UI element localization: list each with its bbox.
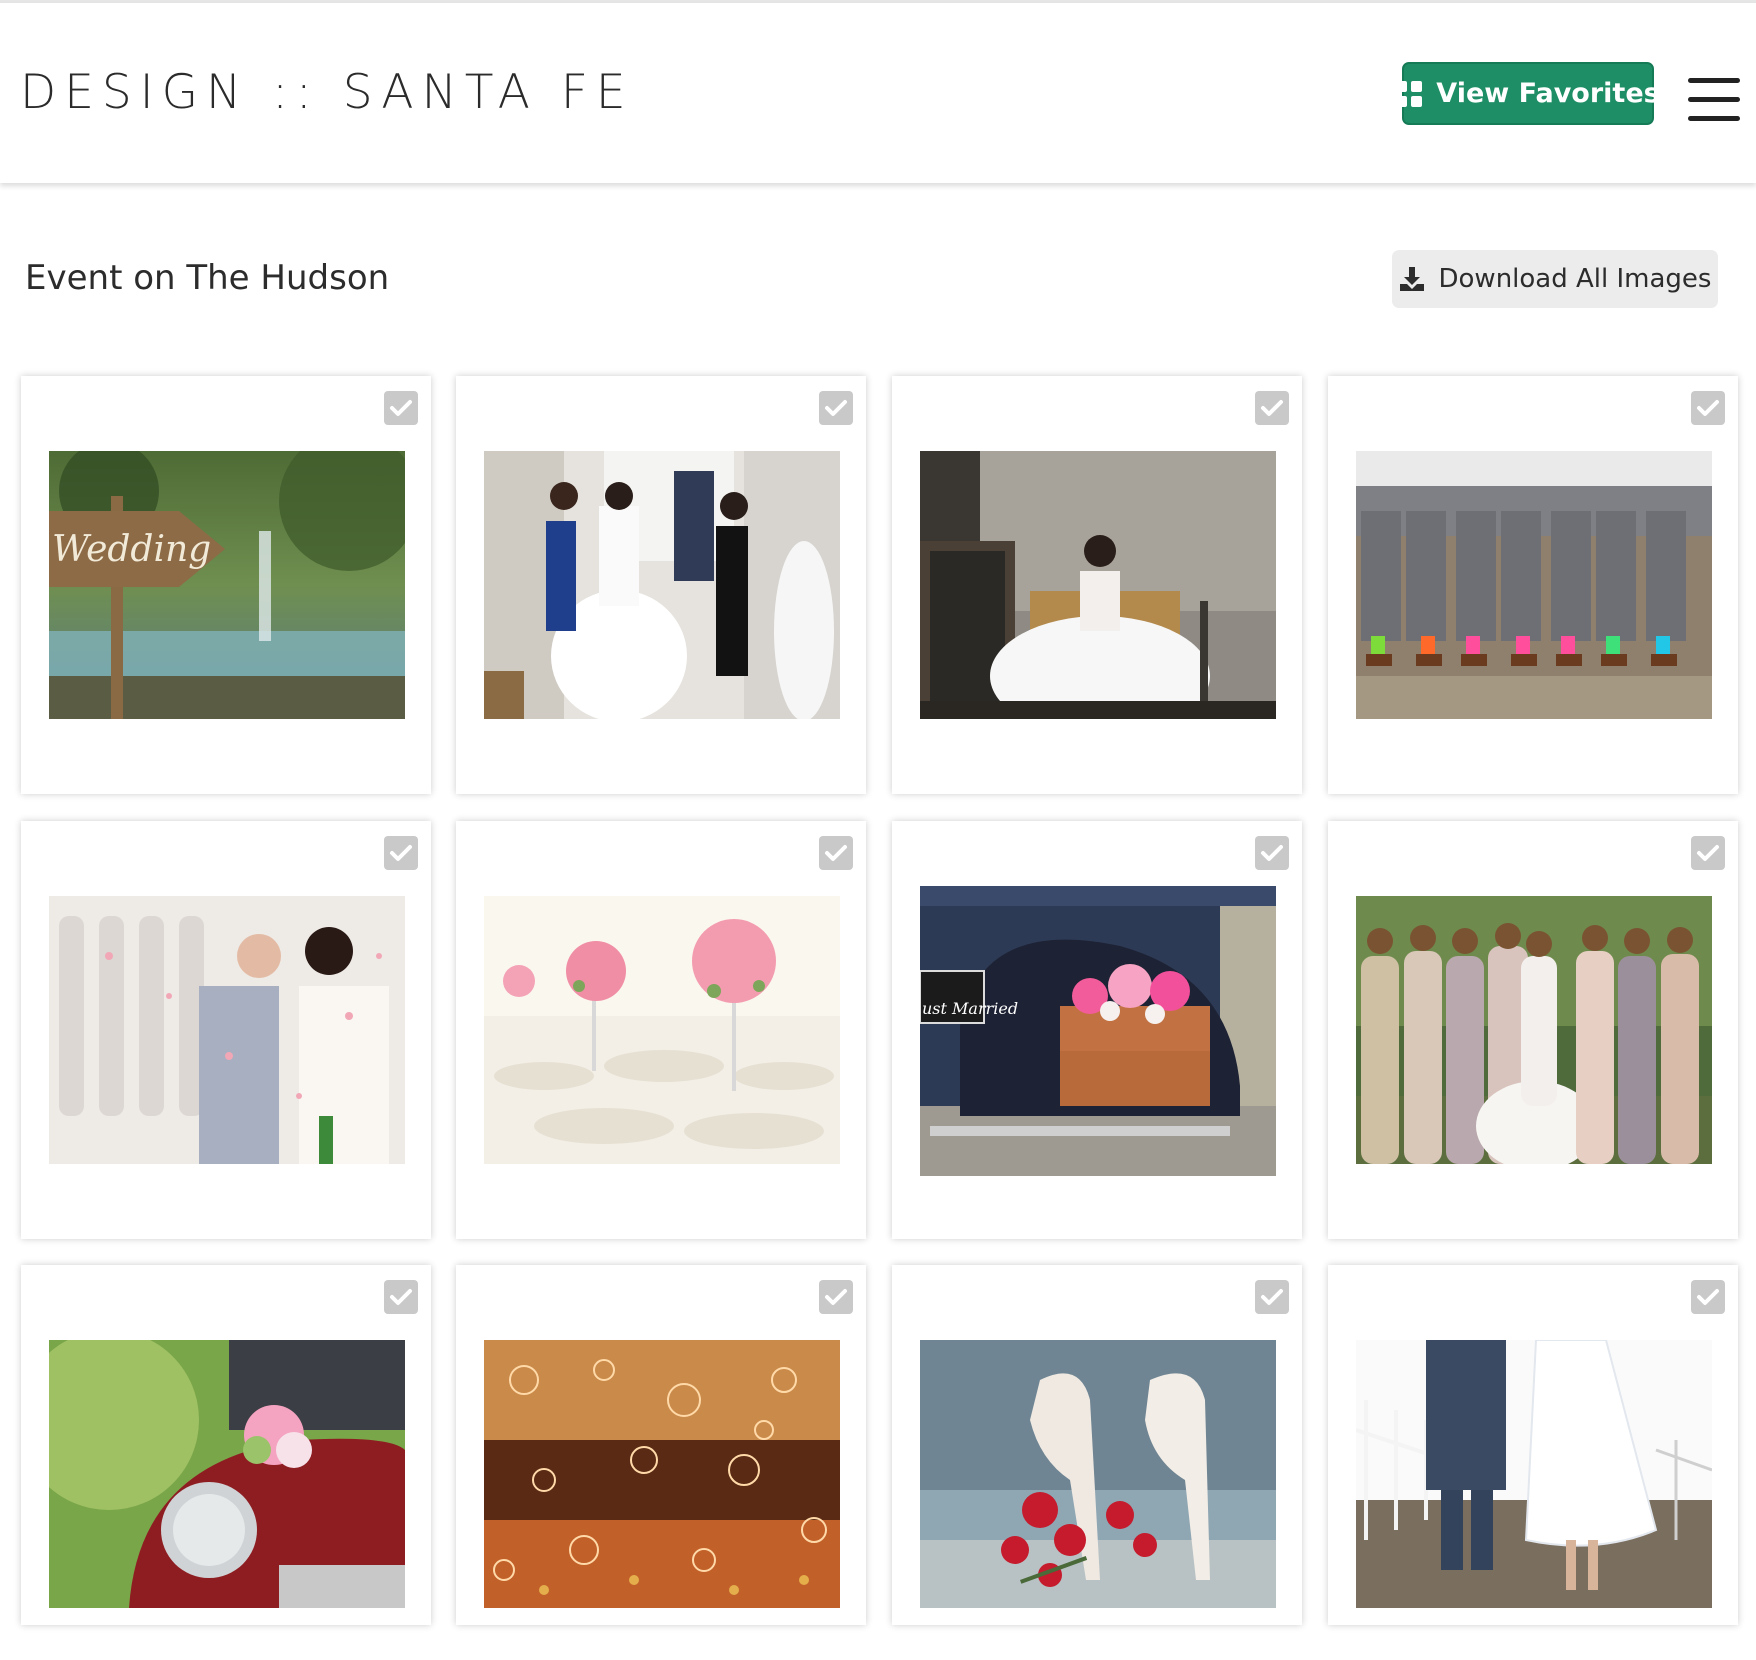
photo-card[interactable]: [892, 1265, 1302, 1625]
photo-card[interactable]: [21, 1265, 431, 1625]
photo-just-married-car: ust Married: [920, 886, 1276, 1176]
view-favorites-label: View Favorites: [1436, 78, 1660, 109]
wedding-sign-text: Wedding: [52, 529, 211, 570]
checkmark-icon[interactable]: [1255, 1280, 1289, 1314]
photo-card[interactable]: ust Married: [892, 821, 1302, 1239]
photo-red-car-bouquet: [49, 1340, 405, 1608]
photo-bridal-shoes: [920, 1340, 1276, 1608]
photo-bride-in-chair: [920, 451, 1276, 719]
photo-card[interactable]: [21, 821, 431, 1239]
checkmark-icon[interactable]: [1691, 391, 1725, 425]
checkmark-icon[interactable]: [1255, 836, 1289, 870]
just-married-sign-text: ust Married: [922, 999, 1018, 1018]
photo-couple-walking: [1356, 1340, 1712, 1608]
gallery-title: Event on The Hudson: [25, 258, 390, 298]
view-favorites-button[interactable]: View Favorites: [1396, 62, 1660, 125]
checkmark-icon[interactable]: [819, 1280, 853, 1314]
photo-card[interactable]: [1328, 376, 1738, 794]
photo-card[interactable]: [456, 376, 866, 794]
photo-card[interactable]: [892, 376, 1302, 794]
download-all-button[interactable]: Download All Images: [1392, 250, 1718, 308]
download-all-label: Download All Images: [1438, 264, 1712, 294]
brand-logo[interactable]: DESIGN :: SANTA FE: [20, 65, 634, 120]
download-icon: [1399, 267, 1424, 291]
checkmark-icon[interactable]: [1691, 1280, 1725, 1314]
checkmark-icon[interactable]: [819, 836, 853, 870]
photo-bubbles-reception: [484, 1340, 840, 1608]
hamburger-menu-icon[interactable]: [1688, 78, 1740, 122]
photo-bridal-fitting: [484, 451, 840, 719]
photo-wedding-sign: Wedding: [49, 451, 405, 719]
photo-card[interactable]: [456, 821, 866, 1239]
checkmark-icon[interactable]: [384, 836, 418, 870]
checkmark-icon[interactable]: [1691, 836, 1725, 870]
checkmark-icon[interactable]: [819, 391, 853, 425]
photo-card[interactable]: [1328, 821, 1738, 1239]
photo-couple-confetti: [49, 896, 405, 1164]
navbar: DESIGN :: SANTA FE View Favorites: [0, 3, 1756, 183]
checkmark-icon[interactable]: [1255, 391, 1289, 425]
photo-card[interactable]: [456, 1265, 866, 1625]
grid-icon: [1396, 80, 1423, 107]
photo-bridesmaids: [1356, 896, 1712, 1164]
checkmark-icon[interactable]: [384, 1280, 418, 1314]
photo-reception-tables: [484, 896, 840, 1164]
photo-card[interactable]: [1328, 1265, 1738, 1625]
photo-groomsmen-socks: [1356, 451, 1712, 719]
checkmark-icon[interactable]: [384, 391, 418, 425]
photo-card[interactable]: Wedding: [21, 376, 431, 794]
